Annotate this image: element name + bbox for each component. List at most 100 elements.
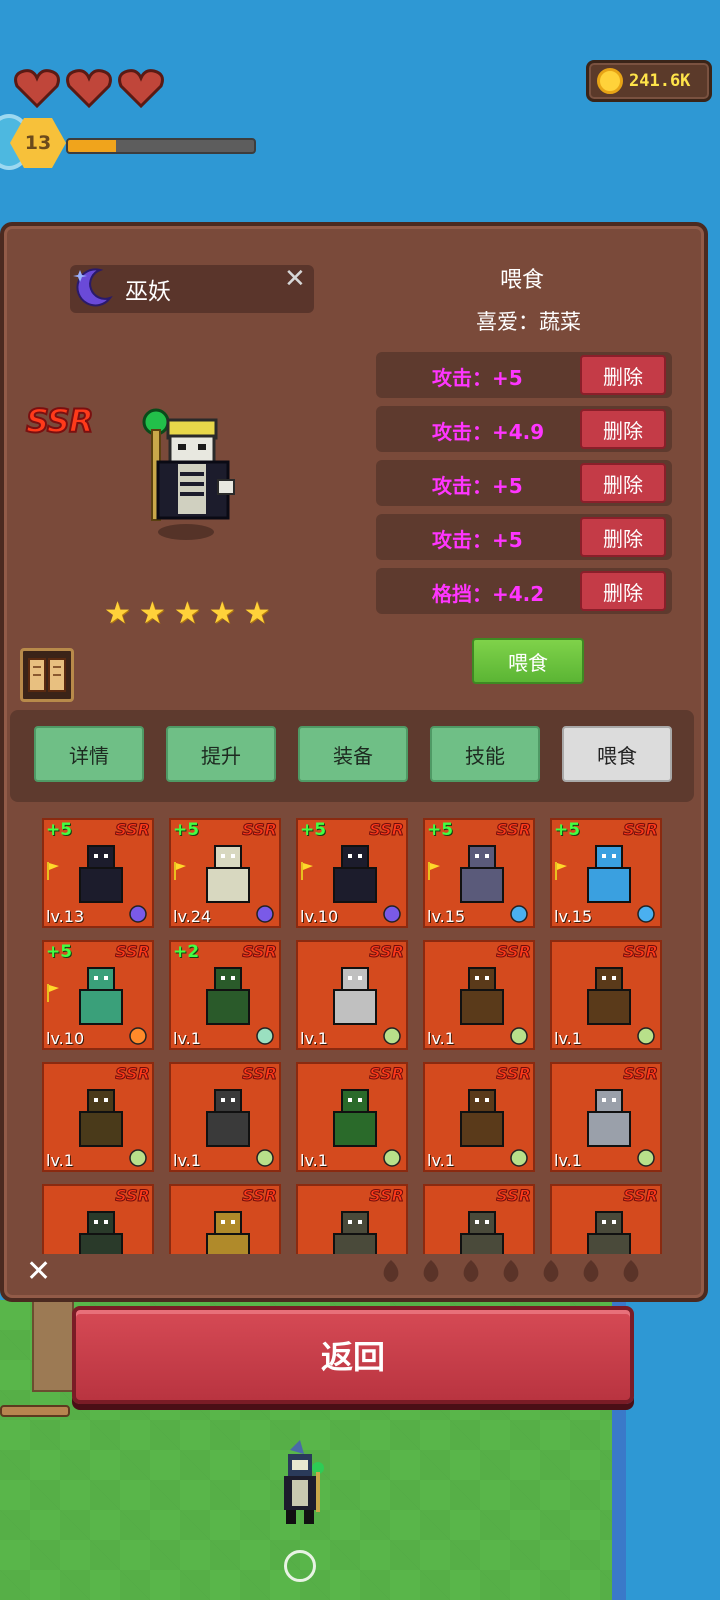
feed-section-title: 喂食: [500, 268, 545, 293]
heart-icon: [14, 69, 60, 108]
hero-card[interactable]: +5 SSR lv.24: [169, 818, 281, 928]
hero-card[interactable]: SSR lv.1: [296, 940, 408, 1050]
health-hearts: [14, 68, 164, 108]
hero-card[interactable]: +5 SSR lv.10: [296, 818, 408, 928]
monster-sprite: [333, 1211, 377, 1254]
rarity-badge: SSR: [242, 1186, 278, 1206]
leaf-element-icon: [256, 1149, 274, 1167]
hero-card[interactable]: SSR lv.1: [550, 940, 662, 1050]
rarity-badge: SSR: [115, 942, 151, 962]
hero-card[interactable]: SSR: [169, 1184, 281, 1254]
hero-card[interactable]: +5 SSR lv.15: [423, 818, 535, 928]
tab-equipment[interactable]: 装备: [298, 726, 408, 782]
monster-sprite: [587, 967, 631, 1025]
card-level: lv.1: [46, 1151, 74, 1170]
tab-feed[interactable]: 喂食: [562, 726, 672, 782]
enhance-level: +5: [427, 820, 454, 840]
delete-button[interactable]: 删除: [580, 463, 666, 503]
card-level: lv.1: [554, 1151, 582, 1170]
hero-card[interactable]: +5 SSR lv.15: [550, 818, 662, 928]
back-button[interactable]: 返回: [72, 1306, 634, 1404]
earth-icon[interactable]: [418, 1258, 444, 1284]
moon-icon: [73, 268, 113, 307]
element-filter-bar: [378, 1258, 644, 1284]
monster-sprite: [79, 1211, 123, 1254]
card-level: lv.1: [427, 1151, 455, 1170]
hero-card-grid: +5 SSR lv.13 +5 SSR lv.24 +5 SSR lv.10 +5 SSR l…: [18, 808, 688, 1254]
enhance-level: +5: [46, 942, 73, 962]
rarity-badge: SSR: [242, 820, 278, 840]
monster-sprite: [206, 1211, 250, 1254]
star-icon: ★: [173, 596, 201, 631]
hero-card[interactable]: +2 SSR lv.1: [169, 940, 281, 1050]
rarity-badge: SSR: [369, 942, 405, 962]
delete-button[interactable]: 删除: [580, 355, 666, 395]
feed-button[interactable]: 喂食: [472, 638, 584, 684]
hero-card[interactable]: SSR lv.1: [423, 940, 535, 1050]
gear-burst-icon[interactable]: [578, 1258, 604, 1284]
hero-card[interactable]: SSR lv.1: [296, 1062, 408, 1172]
water-element-icon: [510, 905, 528, 923]
leaf-element-icon: [129, 1149, 147, 1167]
leaf-element-icon: [637, 1027, 655, 1045]
fire-icon[interactable]: [378, 1258, 404, 1284]
enhance-level: +2: [173, 942, 200, 962]
flag-icon: [47, 984, 59, 1002]
wind-icon[interactable]: [498, 1258, 524, 1284]
tap-target-ring[interactable]: [284, 1550, 316, 1582]
monster-sprite: [460, 845, 504, 903]
hero-card[interactable]: SSR: [42, 1184, 154, 1254]
water-element-icon: [637, 905, 655, 923]
stat-bonus: 攻击：+4.9: [432, 420, 545, 444]
rarity-badge: SSR: [623, 1064, 659, 1084]
tab-skills[interactable]: 技能: [430, 726, 540, 782]
stat-bonus: 格挡：+4.2: [432, 582, 545, 606]
leaf-element-icon: [383, 1027, 401, 1045]
hero-card[interactable]: +5 SSR lv.10: [42, 940, 154, 1050]
xp-bar-fill: [68, 140, 117, 152]
moon-element-icon: [129, 905, 147, 923]
flag-icon: [555, 862, 567, 880]
dirt-path: [32, 1300, 74, 1392]
swirl-icon[interactable]: [618, 1258, 644, 1284]
enhance-level: +5: [300, 820, 327, 840]
hero-card[interactable]: SSR: [423, 1184, 535, 1254]
close-icon[interactable]: ✕: [284, 264, 306, 294]
card-level: lv.1: [300, 1029, 328, 1048]
wooden-fence: [0, 1405, 70, 1417]
tab-details[interactable]: 详情: [34, 726, 144, 782]
hero-card[interactable]: SSR lv.1: [423, 1062, 535, 1172]
monster-sprite: [333, 967, 377, 1025]
hero-card[interactable]: SSR lv.1: [169, 1062, 281, 1172]
hero-card[interactable]: SSR lv.1: [550, 1062, 662, 1172]
rarity-badge: SSR: [623, 942, 659, 962]
water-drop-icon[interactable]: [458, 1258, 484, 1284]
star-icon: ★: [138, 596, 166, 631]
leaf-element-icon: [510, 1149, 528, 1167]
close-icon[interactable]: ✕: [26, 1254, 51, 1289]
delete-button[interactable]: 删除: [580, 517, 666, 557]
card-level: lv.10: [300, 907, 339, 926]
hero-card[interactable]: SSR: [296, 1184, 408, 1254]
book-icon[interactable]: [20, 648, 74, 702]
card-level: lv.1: [173, 1151, 201, 1170]
rarity-badge: SSR: [496, 942, 532, 962]
monster-sprite: [587, 845, 631, 903]
tab-upgrade[interactable]: 提升: [166, 726, 276, 782]
wind-element-icon: [256, 1027, 274, 1045]
rarity-badge: SSR: [623, 1186, 659, 1206]
rarity-badge: SSR: [369, 1186, 405, 1206]
hero-card[interactable]: SSR lv.1: [42, 1062, 154, 1172]
hero-sprite: [142, 408, 235, 540]
delete-button[interactable]: 删除: [580, 409, 666, 449]
enhance-level: +5: [46, 820, 73, 840]
hero-card[interactable]: SSR: [550, 1184, 662, 1254]
rarity-badge: SSR: [242, 1064, 278, 1084]
enhance-level: +5: [554, 820, 581, 840]
monster-sprite: [79, 967, 123, 1025]
hero-card[interactable]: +5 SSR lv.13: [42, 818, 154, 928]
delete-button[interactable]: 删除: [580, 571, 666, 611]
heart-icon: [66, 69, 112, 108]
flame-icon[interactable]: [538, 1258, 564, 1284]
feed-stat-row: 攻击：+5 删除: [376, 514, 672, 560]
